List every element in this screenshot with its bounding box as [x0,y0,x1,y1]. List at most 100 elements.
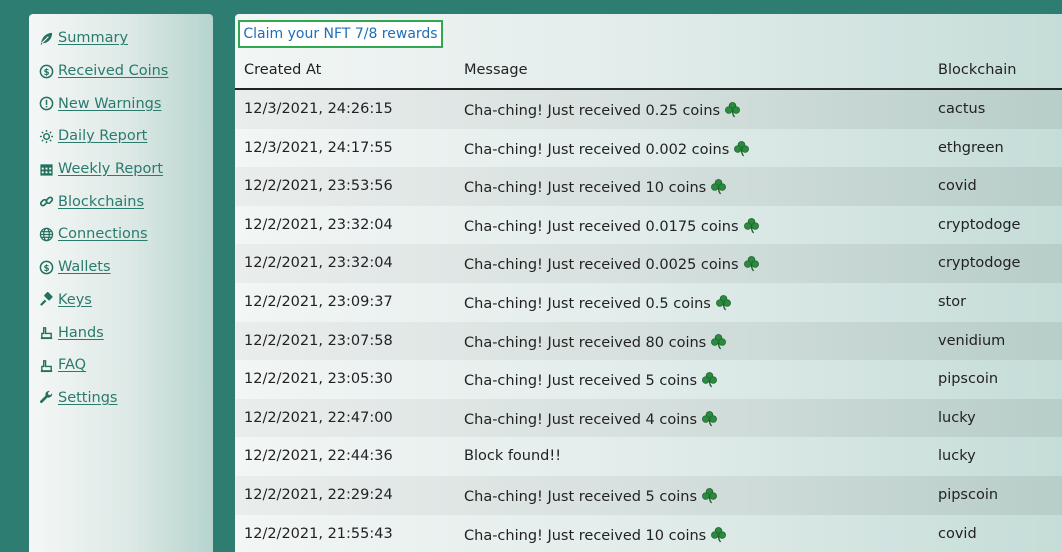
created-at-cell: 12/2/2021, 23:53:56 [244,178,393,195]
clover-icon [743,217,760,234]
message-text: Cha-ching! Just received 4 coins [464,411,698,428]
blockchain-cell: stor [938,293,967,310]
created-at-cell: 12/2/2021, 23:32:04 [244,255,393,272]
sidebar-item-received-coins[interactable]: $ Received Coins [29,55,213,88]
column-header-blockchain[interactable]: Blockchain [938,62,1016,78]
table-row[interactable]: 12/2/2021, 23:32:04 Cha-ching! Just recei… [235,244,1062,283]
sidebar-item-keys[interactable]: Keys [29,284,213,317]
message-text: Cha-ching! Just received 5 coins [464,373,698,390]
message-cell: Cha-ching! Just received 0.0025 coins [464,255,760,273]
table-row[interactable]: 12/2/2021, 23:07:58 Cha-ching! Just recei… [235,321,1062,361]
main-panel: Claim your NFT 7/8 rewards Created At Me… [235,14,1062,552]
message-cell: Cha-ching! Just received 80 coins [464,333,727,351]
table-row[interactable]: 12/2/2021, 23:05:30 Cha-ching! Just recei… [235,360,1062,399]
table-row[interactable]: 12/2/2021, 21:55:43 Cha-ching! Just recei… [235,515,1062,552]
message-text: Cha-ching! Just received 0.5 coins [464,295,711,312]
table-header: Created At Message Blockchain [235,52,1062,90]
clover-icon [701,410,718,427]
clover-icon [733,140,750,157]
link-icon [38,193,55,210]
message-cell: Cha-ching! Just received 0.002 coins [464,140,750,158]
dollar-coin-icon: $ [38,259,55,276]
clover-icon [710,333,727,350]
created-at-cell: 12/3/2021, 24:26:15 [244,101,393,117]
sidebar-item-label: Daily Report [58,128,148,145]
created-at-cell: 12/2/2021, 22:47:00 [244,409,393,426]
hand-icon [38,357,55,374]
sidebar-item-connections[interactable]: Connections [29,218,213,251]
table-body: 12/3/2021, 24:26:15 Cha-ching! Just recei… [235,90,1062,552]
key-icon [38,291,55,308]
sidebar-item-hands[interactable]: Hands [29,316,213,349]
blockchain-cell: covid [938,178,977,195]
message-cell: Cha-ching! Just received 5 coins [464,371,718,389]
message-cell: Cha-ching! Just received 0.5 coins [464,294,732,312]
sidebar-item-settings[interactable]: Settings [29,382,213,415]
sidebar-item-new-warnings[interactable]: New Warnings [29,87,213,120]
sun-icon [38,128,55,145]
message-text: Cha-ching! Just received 0.25 coins [464,103,721,119]
created-at-cell: 12/2/2021, 21:55:43 [244,525,393,542]
table-row[interactable]: 12/2/2021, 23:09:37 Cha-ching! Just recei… [235,283,1062,322]
sidebar-item-label: Summary [58,30,129,47]
message-cell: Cha-ching! Just received 10 coins [464,178,727,196]
created-at-cell: 12/2/2021, 23:32:04 [244,216,393,233]
sidebar-item-label: Wallets [58,259,111,276]
created-at-cell: 12/2/2021, 23:09:37 [244,293,393,310]
sidebar-item-label: Blockchains [58,193,145,210]
message-cell: Cha-ching! Just received 0.0175 coins [464,217,760,235]
table-row[interactable]: 12/2/2021, 22:47:00 Cha-ching! Just recei… [235,398,1062,438]
blockchain-cell: covid [938,525,977,542]
blockchain-cell: lucky [938,448,976,465]
table-row[interactable]: 12/3/2021, 24:17:55 Cha-ching! Just recei… [235,129,1062,168]
message-cell: Cha-ching! Just received 10 coins [464,526,727,544]
sidebar-item-daily-report[interactable]: Daily Report [29,120,213,153]
svg-text:$: $ [44,262,50,272]
sidebar-item-label: Keys [58,291,92,308]
created-at-cell: 12/2/2021, 22:44:36 [244,448,393,465]
sidebar-item-faq[interactable]: FAQ [29,349,213,382]
created-at-cell: 12/3/2021, 24:17:55 [244,139,393,156]
message-text: Cha-ching! Just received 0.002 coins [464,141,730,158]
message-text: Cha-ching! Just received 0.0025 coins [464,257,739,274]
message-text: Cha-ching! Just received 10 coins [464,180,707,197]
sidebar-item-label: FAQ [58,357,87,374]
table-row[interactable]: 12/2/2021, 22:44:36 Block found!! lucky [235,437,1062,476]
exclamation-circle-icon [38,95,55,112]
message-text: Cha-ching! Just received 80 coins [464,334,707,351]
table-row[interactable]: 12/2/2021, 23:53:56 Cha-ching! Just recei… [235,167,1062,206]
blockchain-cell: lucky [938,409,976,426]
sidebar-item-summary[interactable]: Summary [29,22,213,55]
message-cell: Block found!! [464,448,561,464]
message-cell: Cha-ching! Just received 5 coins [464,487,718,505]
sidebar-item-label: Settings [58,389,118,406]
blockchain-cell: cactus [938,101,986,117]
message-cell: Cha-ching! Just received 0.25 coins [464,101,741,119]
created-at-cell: 12/2/2021, 23:07:58 [244,332,393,349]
clover-icon [701,487,718,504]
sidebar-item-label: Received Coins [58,63,169,80]
sidebar-item-label: Hands [58,324,104,341]
table-row[interactable]: 12/2/2021, 22:29:24 Cha-ching! Just recei… [235,475,1062,515]
column-header-created-at[interactable]: Created At [244,62,321,78]
sidebar-item-blockchains[interactable]: Blockchains [29,185,213,218]
column-header-message[interactable]: Message [464,62,528,78]
leaf-icon [38,30,55,47]
blockchain-cell: ethgreen [938,139,1004,156]
clover-icon [715,294,732,311]
dollar-coin-icon: $ [38,63,55,80]
blockchain-cell: pipscoin [938,486,999,503]
created-at-cell: 12/2/2021, 23:05:30 [244,371,393,388]
globe-icon [38,226,55,243]
table-row[interactable]: 12/3/2021, 24:26:15 Cha-ching! Just recei… [235,90,1062,129]
sidebar-item-wallets[interactable]: $ Wallets [29,251,213,284]
hand-icon [38,324,55,341]
table-row[interactable]: 12/2/2021, 23:32:04 Cha-ching! Just recei… [235,206,1062,245]
claim-nft-rewards-button[interactable]: Claim your NFT 7/8 rewards [238,20,443,48]
blockchain-cell: cryptodoge [938,255,1021,272]
message-text: Cha-ching! Just received 0.0175 coins [464,218,739,235]
message-text: Cha-ching! Just received 5 coins [464,488,698,505]
sidebar-item-label: Connections [58,226,148,243]
sidebar-item-weekly-report[interactable]: Weekly Report [29,153,213,186]
blockchain-cell: cryptodoge [938,216,1021,233]
